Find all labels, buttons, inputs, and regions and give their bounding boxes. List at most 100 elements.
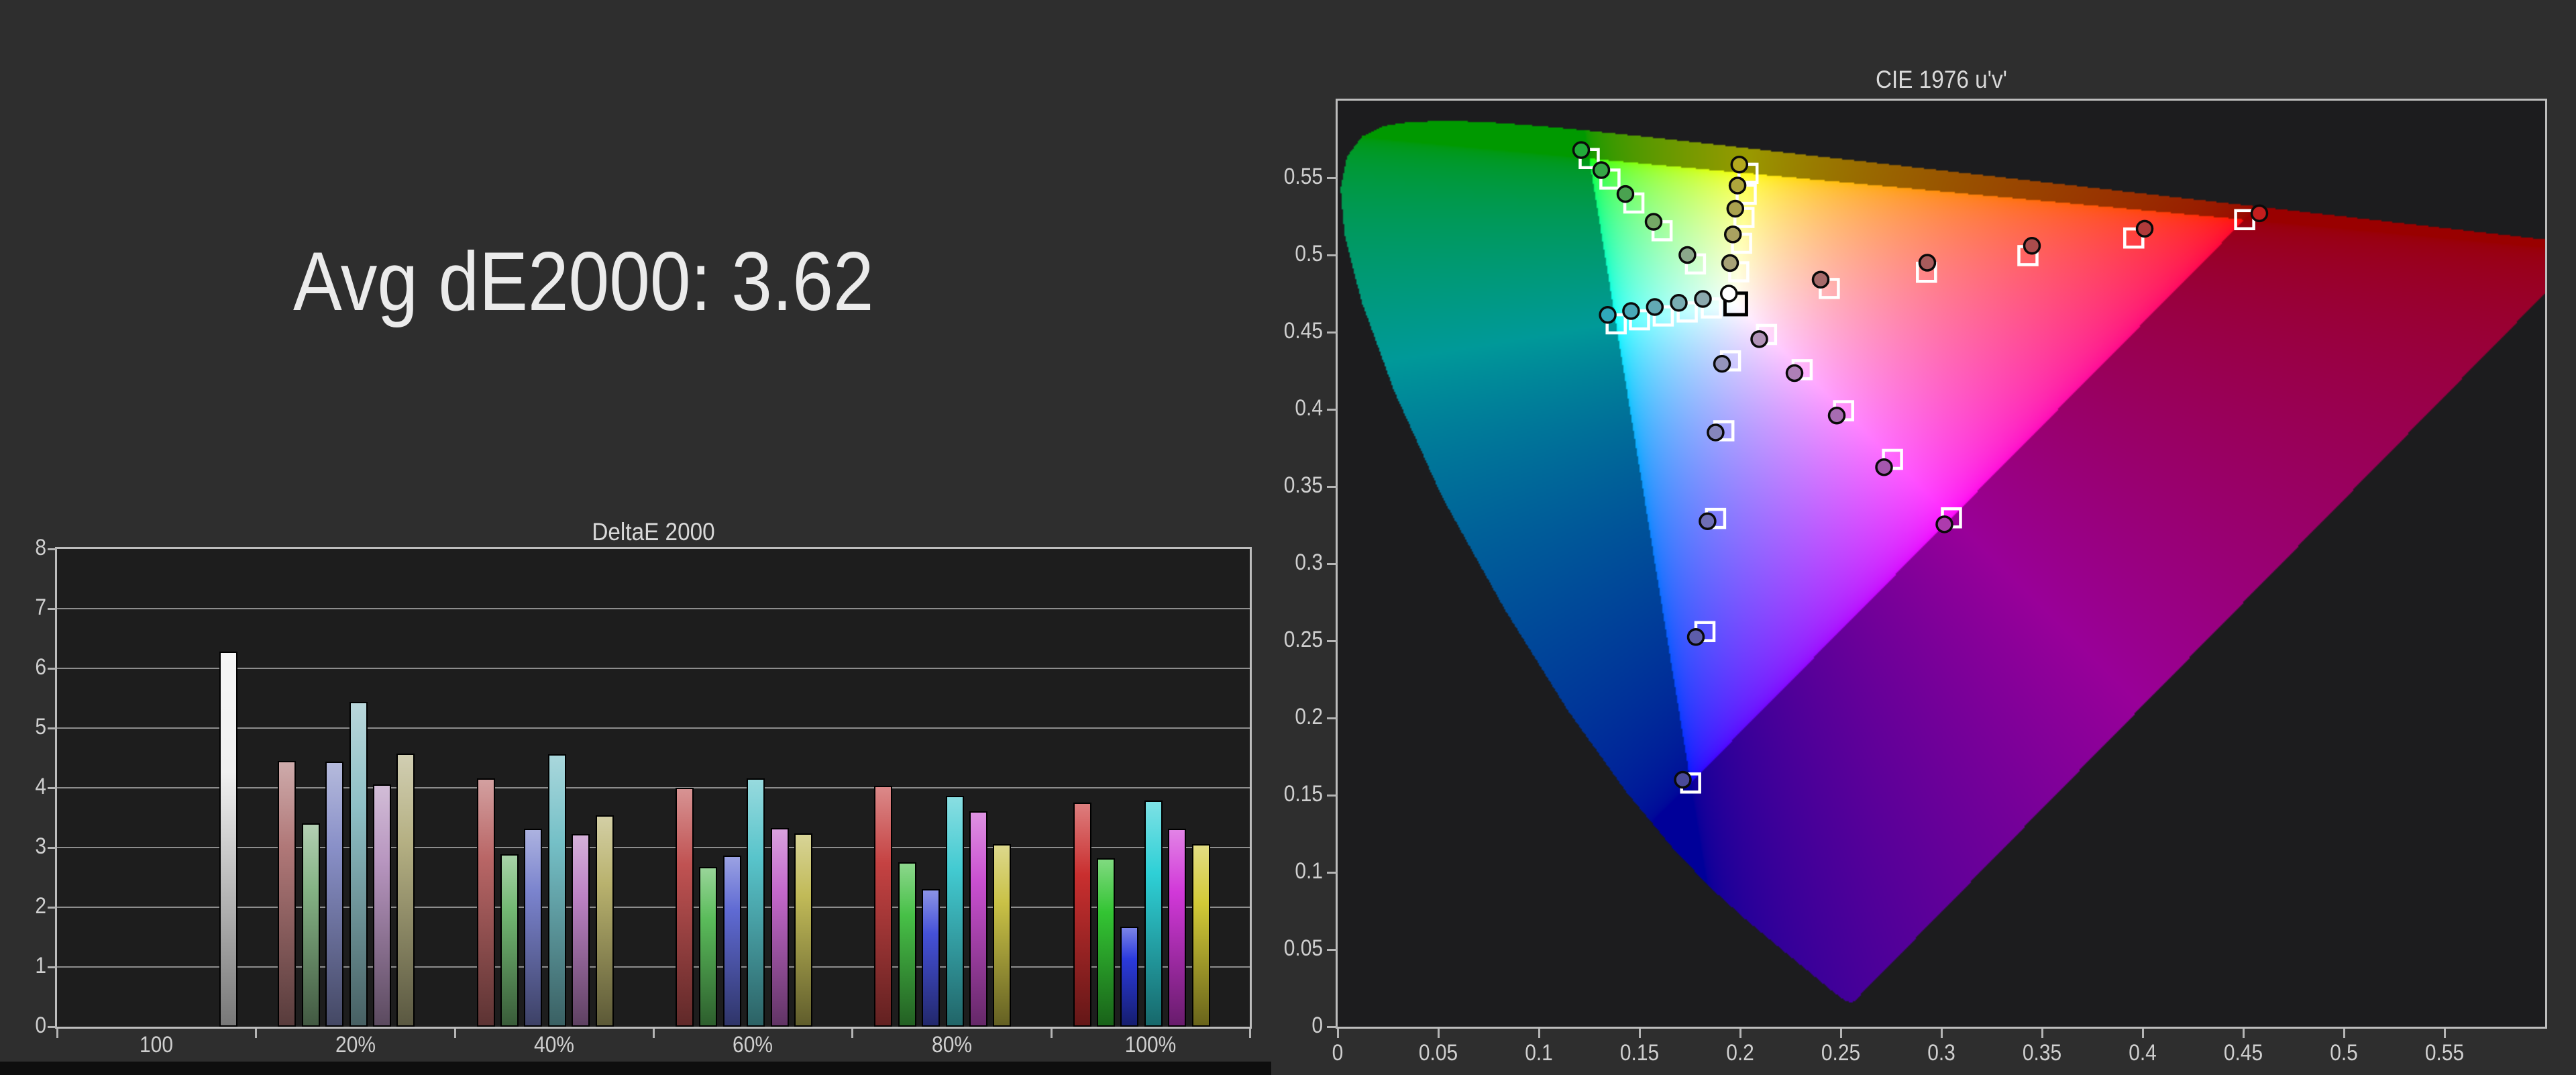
- cie-plot-area: [1338, 101, 2545, 1027]
- bar-y-label-8: 8: [35, 535, 46, 560]
- measured-point-cyan-20--measured: [1694, 290, 1712, 308]
- cie-y-label-0.1: 0.1: [1295, 858, 1323, 884]
- bar-y-label-0: 0: [35, 1013, 46, 1038]
- bar-y-label-7: 7: [35, 595, 46, 620]
- bar-x-tick-4: [851, 1029, 854, 1038]
- bar-x-label-100%: 100%: [1124, 1032, 1177, 1058]
- avg-de2000-readout: Avg dE2000: 3.62: [293, 236, 874, 328]
- measured-point-green-60--measured: [1616, 185, 1635, 203]
- measured-point-yellow-40--measured: [1723, 225, 1742, 244]
- bar-x-tick-0: [56, 1029, 58, 1038]
- measured-point-blue-20--measured: [1713, 354, 1731, 373]
- measured-point-blue-40--measured: [1707, 423, 1725, 442]
- bar-yellow-40-: [595, 815, 614, 1027]
- bar-x-tick-6: [1249, 1029, 1251, 1038]
- cie-y-tick-0: [1327, 1026, 1338, 1028]
- bar-yellow-20-: [396, 754, 415, 1027]
- bar-cyan-40-: [547, 754, 566, 1027]
- cie-x-label-0.25: 0.25: [1821, 1040, 1861, 1066]
- measured-point-magenta-60--measured: [1827, 406, 1846, 425]
- bar-cyan-20-: [349, 701, 368, 1027]
- cie-x-tick-0.2: [1739, 1029, 1741, 1038]
- bar-yellow-60-: [794, 833, 812, 1027]
- bar-blue-40-: [524, 828, 543, 1027]
- cie-x-label-0: 0: [1332, 1040, 1344, 1066]
- bar-y-tick-7: [48, 608, 57, 610]
- measured-point-yellow-100--measured: [1730, 155, 1749, 174]
- bar-magenta-80-: [969, 811, 987, 1027]
- cie-y-label-0.15: 0.15: [1283, 781, 1323, 807]
- bar-y-tick-5: [48, 727, 57, 729]
- bar-red-100-: [1073, 803, 1091, 1027]
- cie-x-tick-0.45: [2243, 1029, 2245, 1038]
- bar-cyan-60-: [747, 778, 765, 1027]
- bar-blue-100-: [1120, 927, 1139, 1027]
- bar-y-label-5: 5: [35, 714, 46, 739]
- cie-y-label-0.05: 0.05: [1283, 935, 1323, 961]
- cie-y-label-0.25: 0.25: [1283, 627, 1323, 652]
- bar-magenta-40-: [572, 833, 590, 1027]
- cie-chart-title: CIE 1976 u'v': [1876, 66, 2007, 93]
- bar-white: [219, 652, 237, 1027]
- cie-y-tick-0.3: [1327, 563, 1338, 565]
- bottom-black-strip: [0, 1062, 1271, 1075]
- cie-y-label-0.5: 0.5: [1295, 241, 1323, 266]
- bar-chart-title: DeltaE 2000: [592, 518, 715, 546]
- cie-y-tick-0.55: [1327, 177, 1338, 179]
- bar-x-label-60%: 60%: [733, 1032, 773, 1058]
- bar-blue-60-: [722, 856, 741, 1027]
- bar-y-tick-1: [48, 966, 57, 968]
- measured-point-magenta-20--measured: [1750, 330, 1768, 348]
- bar-green-100-: [1097, 858, 1116, 1027]
- cie-x-tick-0.15: [1639, 1029, 1641, 1038]
- cie-y-label-0.4: 0.4: [1295, 395, 1323, 421]
- bar-x-tick-2: [453, 1029, 456, 1038]
- measured-point-yellow-80--measured: [1728, 176, 1747, 195]
- bar-y-tick-3: [48, 847, 57, 849]
- cie-y-label-0.45: 0.45: [1283, 318, 1323, 344]
- cie-y-tick-0.05: [1327, 949, 1338, 951]
- measured-point-magenta-80--measured: [1875, 458, 1893, 476]
- calibration-report: Avg dE2000: 3.62 DeltaE 2000 100 20% 40% 60…: [0, 0, 2576, 1075]
- bar-y-tick-0: [48, 1026, 57, 1028]
- bar-y-label-1: 1: [35, 953, 46, 978]
- measured-point-cyan-40--measured: [1670, 294, 1688, 312]
- bar-x-label-20%: 20%: [335, 1032, 376, 1058]
- cie-y-tick-0.1: [1327, 872, 1338, 874]
- cie-x-tick-0.4: [2142, 1029, 2144, 1038]
- cie-x-tick-0: [1337, 1029, 1339, 1038]
- measured-point-red-100--measured: [2250, 204, 2269, 223]
- bar-y-tick-8: [48, 548, 57, 550]
- measured-point-green-20--measured: [1678, 246, 1697, 264]
- bar-y-tick-2: [48, 907, 57, 909]
- measured-point-red-40--measured: [1918, 254, 1937, 272]
- cie-x-label-0.1: 0.1: [1525, 1040, 1553, 1066]
- bar-y-label-6: 6: [35, 654, 46, 680]
- bar-y-tick-4: [48, 787, 57, 789]
- bar-x-label-40%: 40%: [533, 1032, 574, 1058]
- bar-x-label-100: 100: [140, 1032, 174, 1058]
- measured-point-green-40--measured: [1644, 213, 1663, 231]
- bar-green-60-: [699, 867, 718, 1027]
- cie-x-label-0.4: 0.4: [2129, 1040, 2157, 1066]
- bar-y-tick-6: [48, 668, 57, 670]
- measured-point-white-point-measured: [1719, 285, 1738, 303]
- bar-magenta-100-: [1168, 829, 1187, 1027]
- measured-point-blue-100--measured: [1674, 770, 1692, 789]
- cie-y-label-0.3: 0.3: [1295, 550, 1323, 575]
- measured-point-yellow-60--measured: [1726, 199, 1745, 218]
- cie-x-label-0.2: 0.2: [1726, 1040, 1754, 1066]
- cie-y-tick-0.45: [1327, 331, 1338, 334]
- cie-x-label-0.3: 0.3: [1927, 1040, 1955, 1066]
- bar-yellow-100-: [1191, 843, 1210, 1027]
- cie-x-tick-0.35: [2041, 1029, 2043, 1038]
- cie-y-tick-0.25: [1327, 640, 1338, 642]
- measured-point-cyan-80--measured: [1622, 302, 1640, 320]
- bar-magenta-60-: [770, 827, 789, 1027]
- measured-point-green-100--measured: [1572, 141, 1591, 159]
- bar-red-60-: [676, 788, 694, 1027]
- cie-y-tick-0.35: [1327, 486, 1338, 488]
- bar-green-20-: [301, 823, 320, 1027]
- bar-x-tick-3: [653, 1029, 655, 1038]
- cie-x-tick-0.5: [2343, 1029, 2345, 1038]
